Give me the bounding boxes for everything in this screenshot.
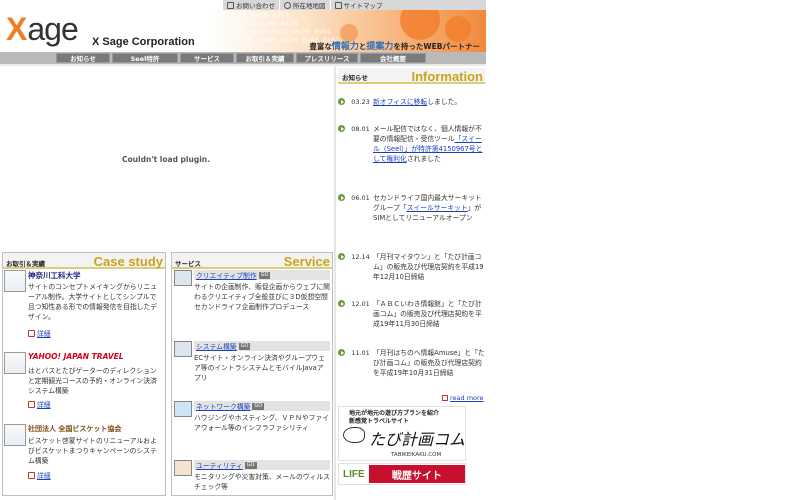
senreki-banner[interactable]: LIFE 戦歴サイト: [338, 463, 466, 485]
go-button[interactable]: GO: [244, 461, 257, 469]
mail-icon: [227, 1, 234, 9]
main-nav: お知らせ Seel特許 サービス お取引＆実績 プレスリリース 会社概要: [0, 52, 486, 64]
thumbnail[interactable]: [4, 352, 26, 374]
arrow-bullet-icon: [338, 97, 348, 107]
go-button[interactable]: GO: [238, 342, 251, 350]
service-link[interactable]: ユーティリティ: [196, 460, 243, 470]
utility-icon: [174, 460, 192, 476]
search-icon: [284, 1, 291, 9]
thumbnail[interactable]: [4, 424, 26, 446]
case-brand: 神奈川工科大学: [28, 271, 81, 280]
news-item: 03.23 新オフィスに移転しました。: [338, 97, 486, 107]
service-link[interactable]: システム構築: [196, 341, 237, 351]
service-link[interactable]: クリエイティブ制作: [196, 270, 257, 280]
sitemap-icon: [334, 1, 342, 9]
news-item: 12.14 「月刊マイタウン」と「たび計画コム」の販売及び代理店契約を平成19年…: [338, 252, 486, 282]
map-link[interactable]: 所在地地図: [279, 0, 330, 10]
case-brand: YAHOO! JAPAN TRAVEL: [28, 352, 124, 361]
creative-icon: [174, 270, 192, 286]
tagline: 豊富な情報力と提案力を持ったWEBパートナー: [309, 42, 480, 52]
arrow-icon: [442, 395, 448, 401]
sitemap-link[interactable]: サイトマップ: [329, 0, 387, 10]
plugin-placeholder: Couldn't load plugin.: [0, 66, 332, 252]
system-icon: [174, 341, 192, 357]
detail-icon: [28, 400, 35, 408]
nav-seel-patent[interactable]: Seel特許: [112, 53, 178, 63]
detail-link[interactable]: 詳細: [28, 399, 51, 409]
go-button[interactable]: GO: [252, 402, 265, 410]
nav-service[interactable]: サービス: [180, 53, 234, 63]
service-item: ユーティリティ GO モニタリングや災害対策、メールのウィルスチェック等: [174, 460, 330, 494]
service-item: クリエイティブ制作 GO サイトの企画制作、販促企画からウェブに関わるクリエイティ…: [174, 270, 330, 330]
arrow-bullet-icon: [338, 193, 348, 223]
arrow-bullet-icon: [338, 252, 348, 282]
information-header: お知らせ Information: [338, 68, 485, 84]
column-divider: [334, 66, 336, 500]
detail-link[interactable]: 詳細: [28, 328, 51, 338]
service-item: ネットワーク構築 GO ハウジングやホスティング、ＶＰＮやファイアウォール等のイン…: [174, 401, 330, 451]
arrow-bullet-icon: [338, 299, 348, 329]
case-item: 神奈川工科大学 サイトのコンセプトメイキングからリニューアル制作。大学サイトとし…: [4, 270, 160, 340]
detail-icon: [28, 471, 35, 479]
thumbnail[interactable]: [4, 270, 26, 292]
nav-news[interactable]: お知らせ: [56, 53, 110, 63]
company-name: X Sage Corporation: [92, 36, 195, 48]
nav-company[interactable]: 会社概要: [360, 53, 426, 63]
arrow-bullet-icon: [338, 348, 348, 378]
utility-bar: お問い合わせ 所在地地図 サイトマップ: [222, 0, 486, 10]
site-header: 0x63 0x20 0x73 0x64 0x65 0x20 0x41 0x67 …: [0, 10, 486, 52]
tabikeikaku-banner[interactable]: 地元が地元の遊び方プランを紹介 新感覚トラベルサイト たび計画コム TABIKEI…: [338, 406, 466, 461]
go-button[interactable]: GO: [258, 271, 271, 279]
news-item: 12.01 「ＡＢＣいわき情報館」と「たび計画コム」の販売及び代理店契約を平成1…: [338, 299, 486, 329]
news-link[interactable]: 新オフィスに移転: [373, 98, 427, 106]
dog-illustration-icon: [343, 427, 365, 443]
detail-link[interactable]: 詳細: [28, 470, 51, 480]
nav-press-release[interactable]: プレスリリース: [296, 53, 358, 63]
nav-case-study[interactable]: お取引＆実績: [236, 53, 294, 63]
case-item: YAHOO! JAPAN TRAVEL はとバスとたびゲーターのディレクションと…: [4, 352, 160, 412]
case-item: 社団法人 全国ビスケット協会 ビスケット啓蒙サイトのリニューアルおよびビスケット…: [4, 424, 160, 484]
detail-icon: [28, 329, 35, 337]
site-logo[interactable]: Xage: [6, 13, 79, 45]
news-item: 06.01 セカンドライフ国内最大サーキットグループ「スイールサーキット」がSI…: [338, 193, 486, 223]
plugin-message: Couldn't load plugin.: [122, 154, 210, 164]
contact-link[interactable]: お問い合わせ: [222, 0, 279, 10]
decor-circle: [400, 10, 440, 40]
case-brand: 社団法人 全国ビスケット協会: [28, 425, 122, 433]
news-link[interactable]: スイールサーキット: [407, 204, 468, 212]
read-more-link[interactable]: read more: [442, 394, 484, 402]
service-item: システム構築 GO ECサイト・オンライン決済やグループウェア等のイントラシステム…: [174, 341, 330, 391]
network-icon: [174, 401, 192, 417]
arrow-bullet-icon: [338, 124, 348, 164]
news-item: 11.01 「月刊はちのへ情報Amuse」と「たび計画コム」の販売及び代理店契約…: [338, 348, 486, 378]
service-link[interactable]: ネットワーク構築: [196, 401, 250, 411]
news-item: 08.01 メール配信ではなく、個人情報が不要の情報配信・受信ツール「スイール（…: [338, 124, 486, 164]
